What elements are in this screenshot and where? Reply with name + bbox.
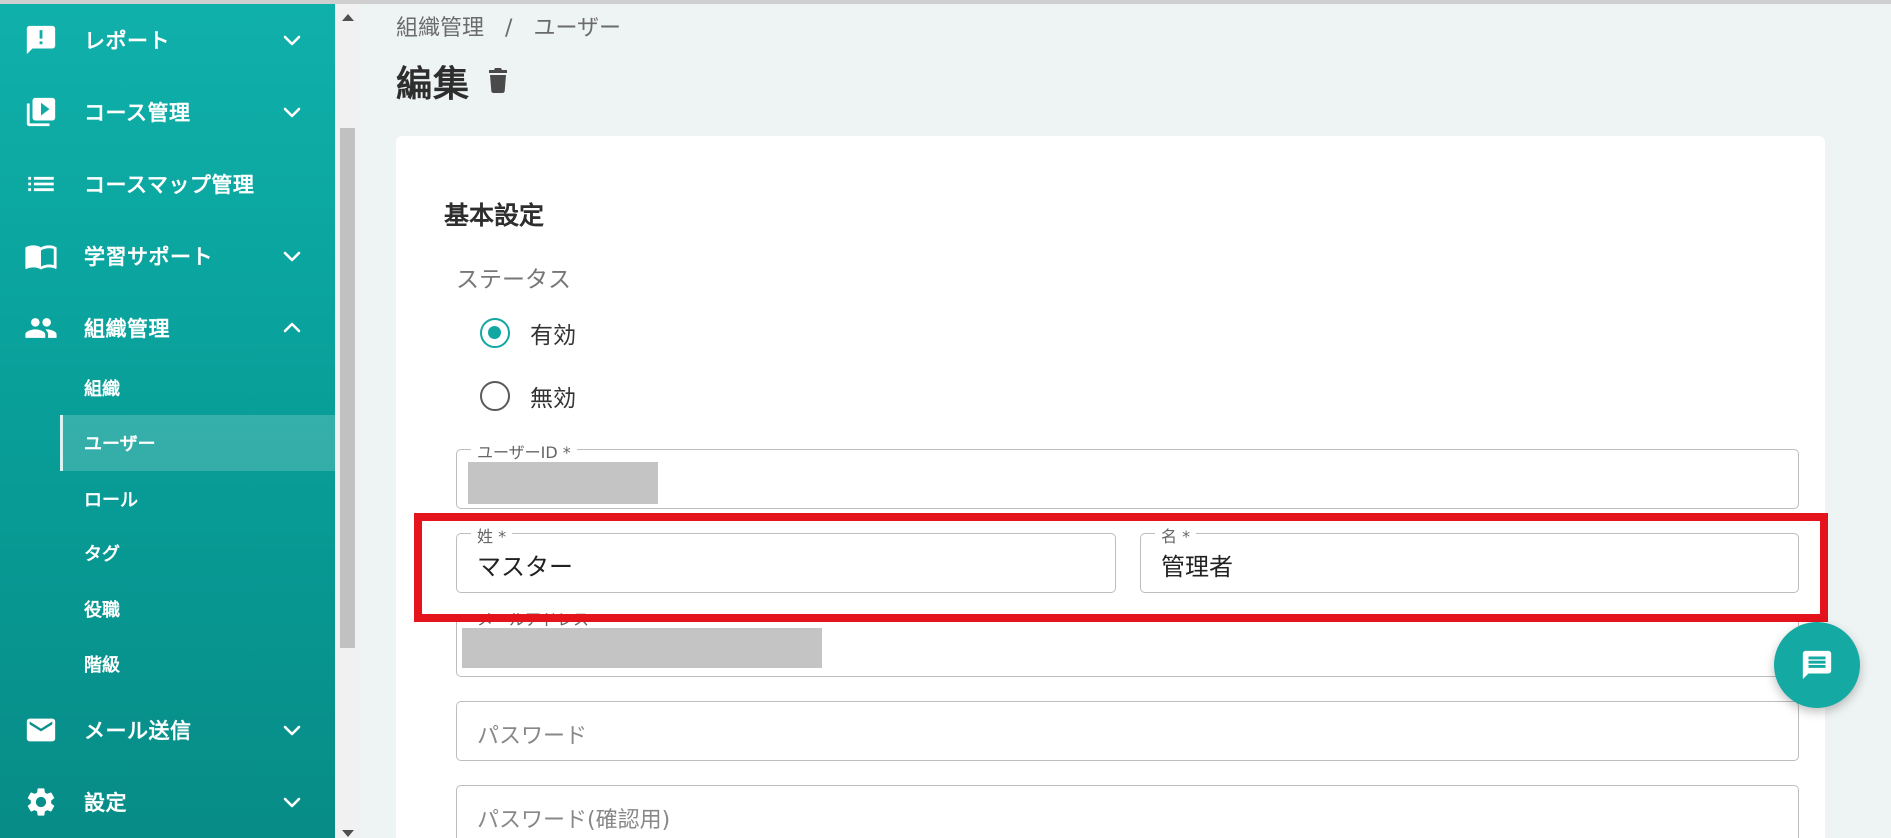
scroll-up-arrow-icon[interactable] bbox=[342, 14, 354, 21]
chevron-down-icon bbox=[280, 718, 304, 742]
radio-unchecked[interactable] bbox=[480, 381, 510, 411]
sidebar-subitem-label: 階級 bbox=[84, 655, 120, 676]
status-option-inactive[interactable]: 無効 bbox=[480, 379, 576, 413]
sidebar-subitem-organization[interactable]: 組織 bbox=[60, 360, 335, 416]
user-id-field[interactable]: ユーザーID * bbox=[456, 439, 1799, 509]
trash-icon[interactable] bbox=[486, 67, 510, 93]
chat-button[interactable] bbox=[1774, 622, 1860, 708]
status-option-active[interactable]: 有効 bbox=[480, 316, 576, 350]
status-label: ステータス bbox=[456, 267, 571, 293]
sidebar-item-report[interactable]: レポート bbox=[0, 4, 335, 76]
people-icon bbox=[24, 311, 58, 345]
mail-icon bbox=[24, 713, 58, 747]
chevron-down-icon bbox=[280, 790, 304, 814]
breadcrumb-current: ユーザー bbox=[533, 16, 621, 41]
sidebar-subitem-label: 組織 bbox=[84, 379, 120, 400]
course-icon bbox=[24, 95, 58, 129]
sidebar-subitem-users[interactable]: ユーザー bbox=[60, 415, 335, 471]
page-title: 編集 bbox=[396, 64, 471, 105]
redacted-value bbox=[468, 462, 658, 504]
chevron-up-icon bbox=[280, 316, 304, 340]
sidebar-item-course[interactable]: コース管理 bbox=[0, 76, 335, 148]
breadcrumb-separator: / bbox=[505, 16, 513, 41]
sidebar-scrollbar[interactable] bbox=[335, 4, 360, 838]
sidebar-item-label: メール送信 bbox=[84, 719, 192, 743]
scroll-down-arrow-icon[interactable] bbox=[342, 830, 354, 837]
breadcrumb-parent[interactable]: 組織管理 bbox=[396, 16, 484, 41]
sidebar-item-mail[interactable]: メール送信 bbox=[0, 694, 335, 766]
sidebar-item-coursemap[interactable]: コースマップ管理 bbox=[0, 148, 335, 220]
password-placeholder: パスワード bbox=[477, 724, 588, 749]
sidebar-item-label: 組織管理 bbox=[84, 317, 170, 341]
sidebar-item-label: コース管理 bbox=[84, 101, 191, 125]
radio-label: 無効 bbox=[530, 386, 576, 412]
chat-icon bbox=[1802, 650, 1832, 680]
email-field[interactable]: メールアドレス bbox=[456, 606, 1799, 677]
gear-icon bbox=[24, 785, 58, 819]
highlight-box bbox=[414, 513, 1828, 622]
radio-label: 有効 bbox=[530, 323, 576, 349]
password-confirm-field[interactable]: パスワード(確認用) bbox=[456, 785, 1799, 838]
user-id-label: ユーザーID * bbox=[471, 439, 577, 463]
sidebar-item-label: レポート bbox=[84, 29, 170, 53]
chevron-down-icon bbox=[280, 244, 304, 268]
sidebar-item-learning-support[interactable]: 学習サポート bbox=[0, 220, 335, 292]
redacted-value bbox=[462, 628, 822, 668]
sidebar-subitem-tags[interactable]: タグ bbox=[60, 525, 335, 581]
chevron-down-icon bbox=[280, 100, 304, 124]
sidebar-subitem-ranks[interactable]: 階級 bbox=[60, 636, 335, 692]
sidebar-item-settings[interactable]: 設定 bbox=[0, 766, 335, 838]
sidebar-subitem-label: タグ bbox=[84, 544, 120, 565]
sidebar-subitem-label: 役職 bbox=[84, 600, 120, 621]
sidebar-item-label: 設定 bbox=[84, 791, 127, 815]
sidebar-item-organization[interactable]: 組織管理 bbox=[0, 292, 335, 364]
sidebar-subitem-positions[interactable]: 役職 bbox=[60, 581, 335, 637]
sidebar-subitem-roles[interactable]: ロール bbox=[60, 471, 335, 527]
sidebar-subitem-label: ユーザー bbox=[84, 434, 156, 455]
sidebar-item-label: 学習サポート bbox=[84, 245, 213, 269]
scroll-thumb[interactable] bbox=[340, 128, 355, 648]
sidebar-item-label: コースマップ管理 bbox=[84, 173, 255, 197]
password-field[interactable]: パスワード bbox=[456, 701, 1799, 761]
radio-checked[interactable] bbox=[480, 318, 510, 348]
list-icon bbox=[24, 167, 58, 201]
password-confirm-placeholder: パスワード(確認用) bbox=[477, 808, 671, 833]
sidebar-subitem-label: ロール bbox=[84, 490, 138, 511]
section-title: 基本設定 bbox=[444, 201, 545, 230]
report-icon bbox=[24, 23, 58, 57]
sidebar: レポート コース管理 コースマップ管理 学習サポート 組織管理 組織 ユーザー bbox=[0, 4, 335, 838]
book-icon bbox=[24, 239, 58, 273]
breadcrumb: 組織管理 / ユーザー bbox=[396, 10, 635, 42]
chevron-down-icon bbox=[280, 28, 304, 52]
